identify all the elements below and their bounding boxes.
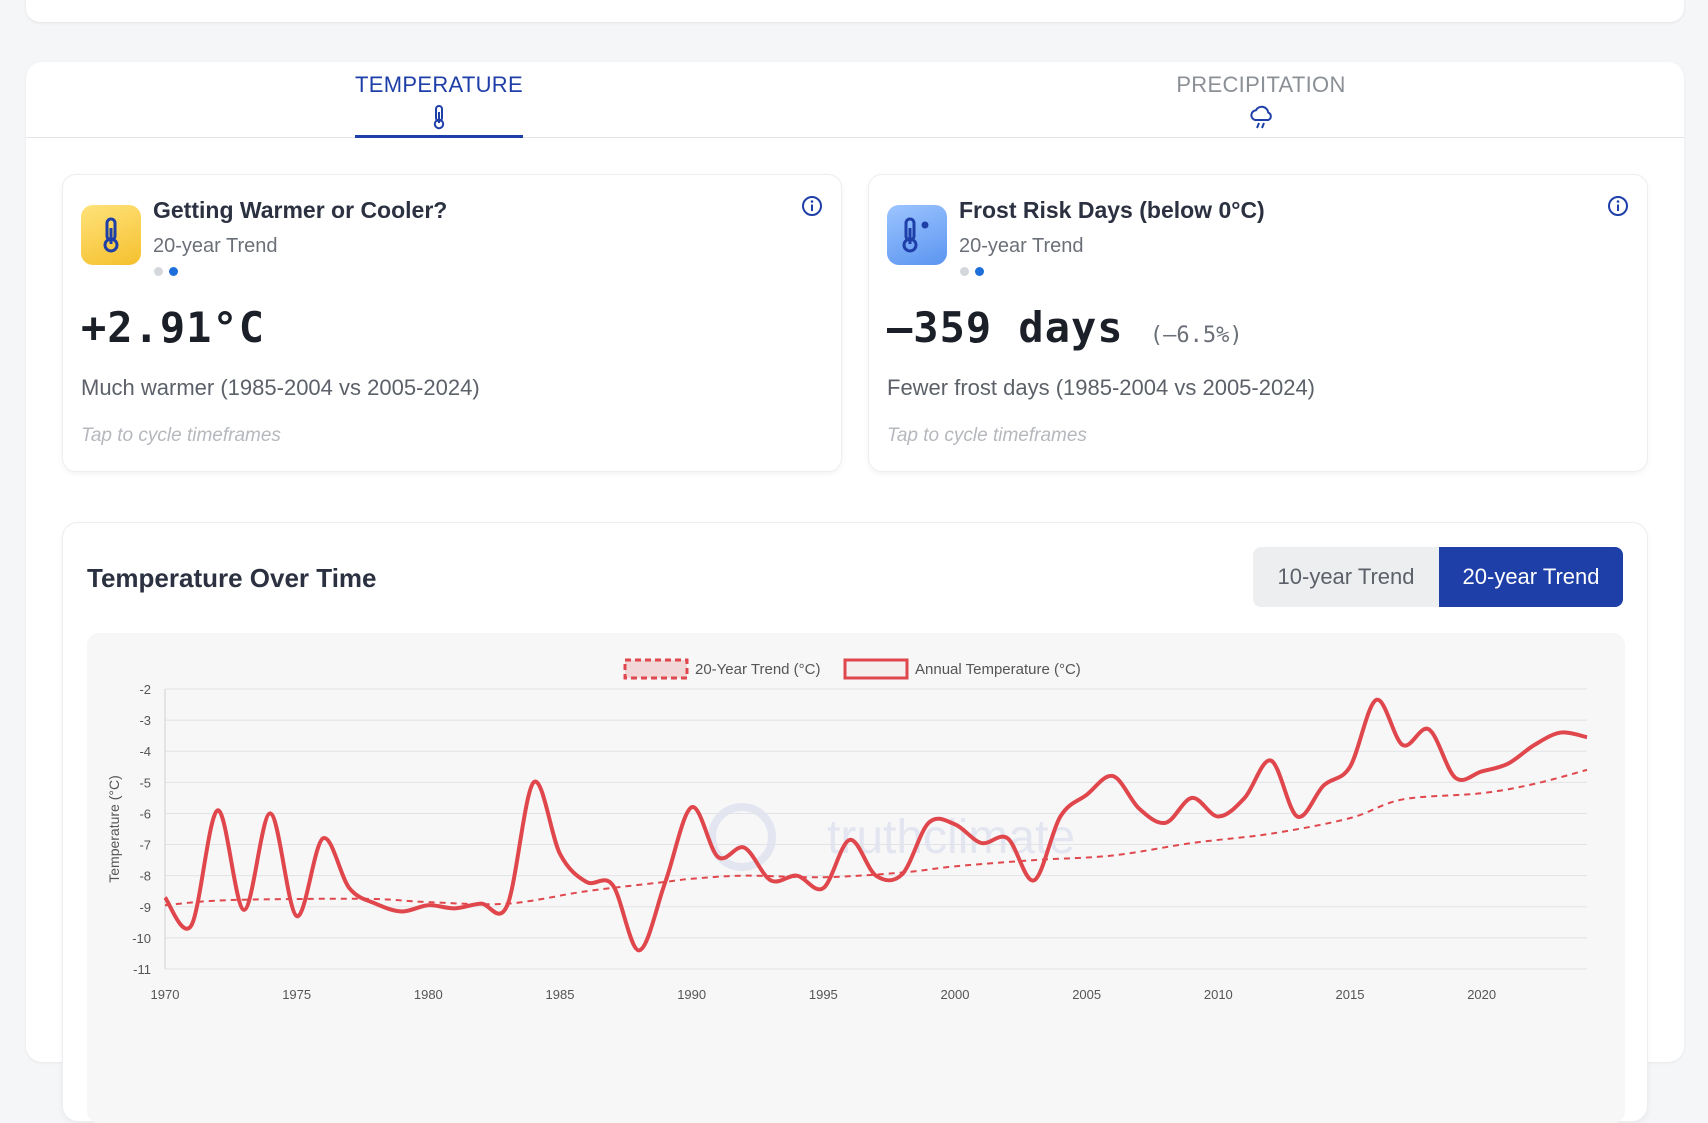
legend-label: Annual Temperature (°C) [915,661,1081,678]
chart-plot-area: truthclimate -2 -3 -4 -5 -6 -7 -8 -9 -10 -11 1970 19… [87,633,1625,1123]
y-tick-label: -5 [139,775,151,790]
tab-precipitation-label: PRECIPITATION [1176,72,1346,97]
timeframe-dot [960,267,969,276]
tab-bar: TEMPERATURE PRECIPITATION [26,62,1684,138]
twenty-year-trend-button[interactable]: 20-year Trend [1439,547,1623,607]
x-tick-label: 2000 [941,987,970,1002]
y-tick-label: -6 [139,806,151,821]
temperature-line-chart: truthclimate-2-3-4-5-6-7-8-9-10-111970 19… [106,658,1588,1002]
card-value: +2.91°C [81,303,265,352]
card-title: Frost Risk Days (below 0°C) [959,197,1265,223]
timeframe-dots [960,267,984,276]
x-tick-label: 2005 [1072,987,1101,1002]
card-value: –359 days (–6.5%) [887,303,1243,352]
x-tick-label: 1985 [546,987,575,1002]
y-tick-label: -10 [132,931,151,946]
timeframe-dot-active [975,267,984,276]
x-tick-label: 1990 [677,987,706,1002]
info-icon[interactable] [1607,195,1629,222]
x-tick-label: 1995 [809,987,838,1002]
trend-toggle: 10-year Trend 20-year Trend [1253,547,1623,607]
legend-label: 20-Year Trend (°C) [695,661,821,678]
card-subtitle: 20-year Trend [153,235,278,257]
ten-year-trend-button[interactable]: 10-year Trend [1253,547,1439,607]
card-description: Fewer frost days (1985-2004 vs 2005-2024… [887,375,1316,400]
x-tick-label: 1980 [414,987,443,1002]
tab-temperature[interactable]: TEMPERATURE [355,72,523,138]
card-hint: Tap to cycle timeframes [887,425,1087,446]
y-tick-label: -7 [139,838,151,853]
y-tick-label: -2 [139,682,151,697]
timeframe-dot [154,267,163,276]
x-tick-label: 1975 [282,987,311,1002]
y-tick-label: -4 [139,744,151,759]
card-title: Getting Warmer or Cooler? [153,197,448,223]
temperature-trend-card[interactable]: Getting Warmer or Cooler? 20-year Trend … [62,174,842,472]
top-panel [26,0,1684,22]
rain-cloud-icon [1248,104,1274,135]
thermometer-snow-icon [887,205,947,265]
chart-title: Temperature Over Time [87,563,377,593]
thermometer-icon [81,205,141,265]
legend-swatch [623,658,689,680]
card-percent: (–6.5%) [1149,323,1243,348]
card-value-text: +2.91°C [81,303,266,352]
x-tick-label: 2010 [1204,987,1233,1002]
x-tick-label: 1970 [151,987,180,1002]
y-tick-label: -8 [139,869,151,884]
card-hint: Tap to cycle timeframes [81,425,281,446]
legend-swatch [843,658,909,680]
thermometer-icon [430,104,448,135]
frost-days-card[interactable]: Frost Risk Days (below 0°C) 20-year Tren… [868,174,1648,472]
timeframe-dot-active [169,267,178,276]
temperature-chart-card: Temperature Over Time 10-year Trend 20-y… [62,522,1648,1123]
y-tick-label: -3 [139,713,151,728]
y-tick-label: -11 [133,962,151,977]
timeframe-dots [154,267,178,276]
info-icon[interactable] [801,195,823,222]
card-description: Much warmer (1985-2004 vs 2005-2024) [81,375,480,400]
y-axis-label: Temperature (°C) [106,775,122,883]
main-panel: TEMPERATURE PRECIPITATION Getting Warmer… [26,62,1684,1123]
x-tick-label: 2015 [1336,987,1365,1002]
x-tick-label: 2020 [1467,987,1496,1002]
y-tick-label: -9 [139,900,151,915]
card-subtitle: 20-year Trend [959,235,1084,257]
tab-temperature-label: TEMPERATURE [355,72,523,97]
card-value-text: –359 days [887,303,1124,352]
tab-precipitation[interactable]: PRECIPITATION [1176,72,1346,138]
